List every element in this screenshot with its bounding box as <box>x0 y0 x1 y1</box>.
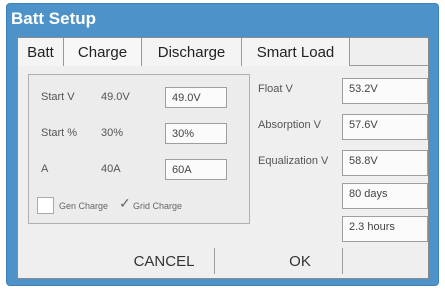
equalization-hours-input[interactable]: 2.3 hours <box>342 216 428 242</box>
equalization-v-input[interactable]: 58.8V <box>342 150 428 176</box>
amps-current: 40A <box>101 163 121 175</box>
window-title: Batt Setup <box>11 9 96 28</box>
gen-charge-label: Gen Charge <box>59 201 109 211</box>
absorption-v-input[interactable]: 57.6V <box>342 114 428 140</box>
batt-setup-window: Batt Setup Batt Charge Discharge Smart L… <box>6 3 439 286</box>
divider <box>342 248 343 274</box>
float-v-input[interactable]: 53.2V <box>342 78 428 104</box>
grid-charge-label: Grid Charge <box>133 201 183 211</box>
dialog-client: Batt Charge Discharge Smart Load Start V… <box>17 37 429 279</box>
start-pct-current: 30% <box>101 127 124 139</box>
charge-settings-group: Start V 49.0V 49.0V Start % 30% 30% A 40… <box>28 74 250 224</box>
ok-button[interactable]: OK <box>258 246 342 276</box>
start-pct-label: Start % <box>41 127 78 139</box>
tab-discharge[interactable]: Discharge <box>142 38 242 66</box>
equalization-v-label: Equalization V <box>258 155 329 167</box>
start-v-label: Start V <box>41 91 75 103</box>
tab-charge[interactable]: Charge <box>64 38 142 66</box>
equalization-days-input[interactable]: 80 days <box>342 183 428 209</box>
tab-batt[interactable]: Batt <box>18 38 64 66</box>
start-v-current: 49.0V <box>101 91 130 103</box>
start-pct-input[interactable]: 30% <box>165 123 227 144</box>
divider <box>214 248 215 274</box>
float-v-label: Float V <box>258 83 293 95</box>
tab-smart-load[interactable]: Smart Load <box>242 38 350 66</box>
absorption-v-label: Absorption V <box>258 119 321 131</box>
amps-input[interactable]: 60A <box>165 159 227 180</box>
amps-label: A <box>41 163 49 175</box>
cancel-button[interactable]: CANCEL <box>114 246 214 276</box>
gen-charge-checkbox[interactable] <box>37 197 54 214</box>
grid-charge-check-icon[interactable]: ✓ <box>119 195 131 212</box>
start-v-input[interactable]: 49.0V <box>165 87 227 108</box>
tab-bar: Batt Charge Discharge Smart Load <box>18 38 429 66</box>
